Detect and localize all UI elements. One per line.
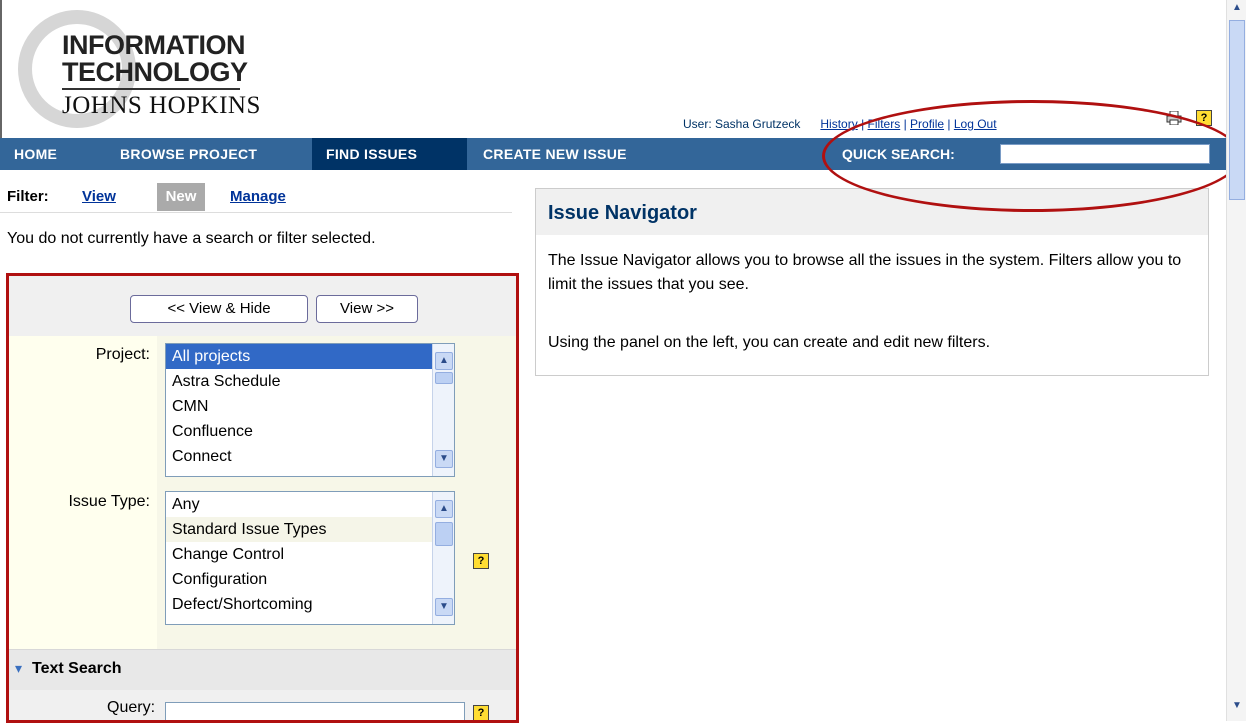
filter-new-tab[interactable]: New: [157, 183, 205, 211]
filter-manage-link[interactable]: Manage: [230, 188, 286, 205]
nav-home[interactable]: HOME: [0, 138, 71, 170]
navigator-hint: Using the panel on the left, you can cre…: [548, 334, 991, 351]
annotation-ellipse: [822, 100, 1242, 212]
page-scrollbar[interactable]: ▲ ▼: [1226, 0, 1246, 721]
logo-rule: [62, 88, 240, 90]
scroll-down-icon[interactable]: ▼: [1229, 700, 1245, 716]
annotation-box: [6, 273, 519, 723]
no-filter-message: You do not currently have a search or fi…: [7, 230, 376, 247]
nav-find-issues[interactable]: FIND ISSUES: [312, 138, 467, 170]
scroll-up-icon[interactable]: ▲: [1229, 2, 1245, 18]
panel-title: Issue Navigator: [548, 202, 697, 224]
logo-line-3: JOHNS HOPKINS: [62, 92, 261, 119]
jhu-it-logo[interactable]: INFORMATION TECHNOLOGY JOHNS HOPKINS: [0, 0, 300, 140]
nav-create-new-issue[interactable]: CREATE NEW ISSUE: [469, 138, 641, 170]
divider: [0, 212, 512, 213]
issue-navigator-panel: Issue Navigator The Issue Navigator allo…: [535, 188, 1209, 376]
logo-line-2: TECHNOLOGY: [62, 57, 248, 87]
current-user: User: Sasha Grutzeck: [683, 117, 801, 131]
filter-label: Filter:: [7, 188, 49, 205]
navigator-description: The Issue Navigator allows you to browse…: [548, 252, 1182, 293]
scroll-thumb[interactable]: [1229, 20, 1245, 200]
filter-view-link[interactable]: View: [82, 188, 116, 205]
filter-tabs: Filter: View New Manage: [0, 182, 512, 212]
nav-browse-project[interactable]: BROWSE PROJECT: [106, 138, 271, 170]
